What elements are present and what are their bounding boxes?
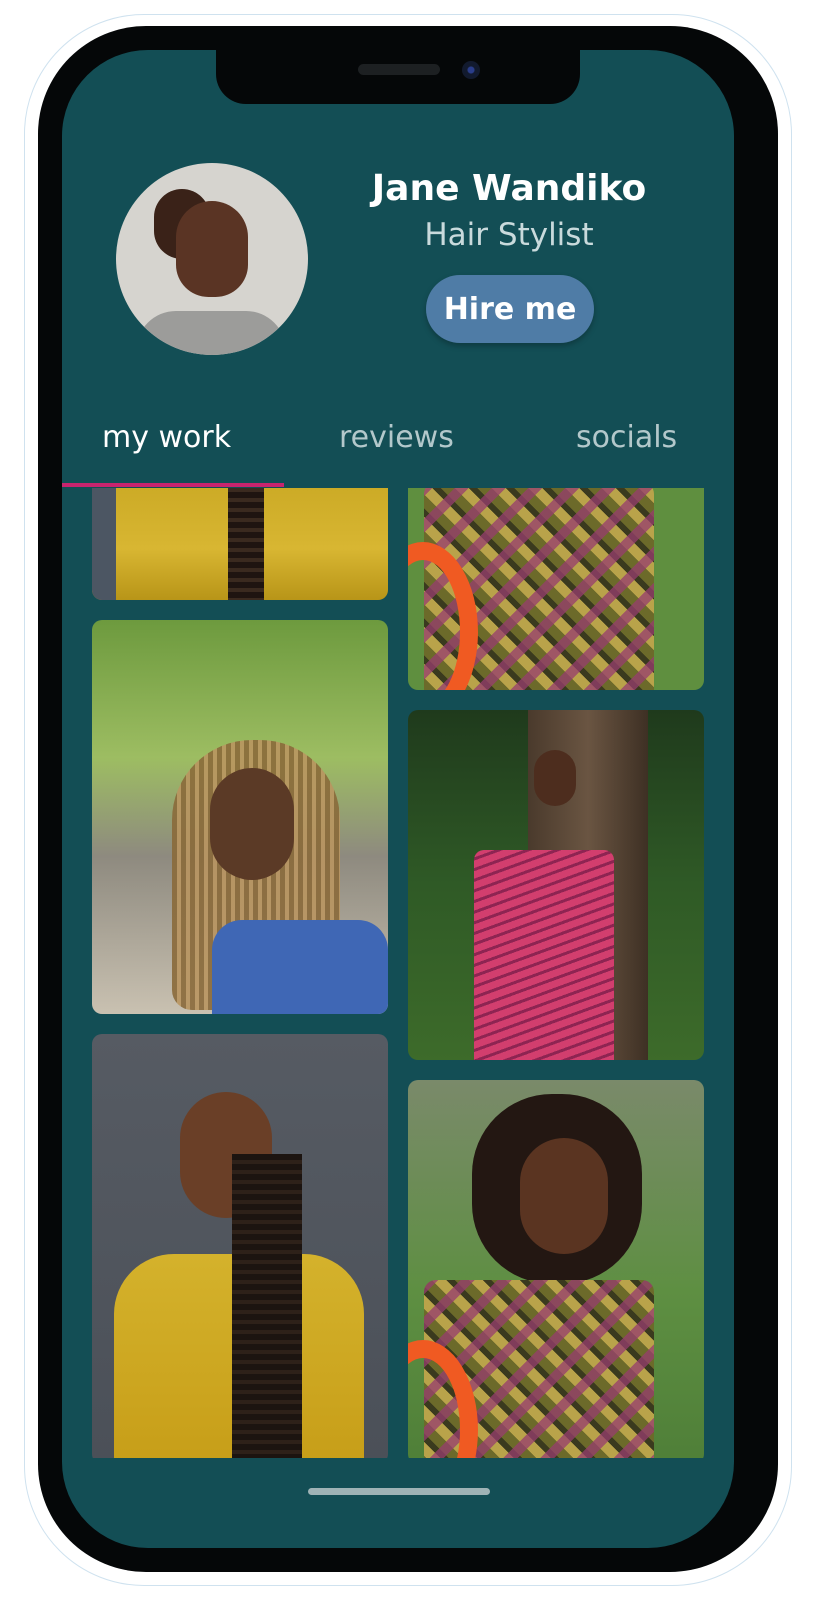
gallery-photo[interactable] bbox=[92, 488, 388, 600]
photo-braids bbox=[228, 488, 264, 600]
gallery-photo[interactable] bbox=[408, 1080, 704, 1458]
photo-face bbox=[520, 1138, 608, 1254]
profile-tabs: my work reviews socials bbox=[62, 406, 734, 488]
photo-background bbox=[92, 488, 116, 600]
photo-face bbox=[534, 750, 576, 806]
photo-dress bbox=[474, 850, 614, 1060]
home-indicator[interactable] bbox=[308, 1488, 490, 1495]
photo-braids bbox=[232, 1154, 302, 1458]
profile-avatar[interactable] bbox=[116, 163, 308, 355]
tab-my-work[interactable]: my work bbox=[102, 420, 231, 455]
profile-role: Hair Stylist bbox=[424, 217, 594, 253]
app-screen: Jane Wandiko Hair Stylist Hire me my wor… bbox=[62, 50, 734, 1548]
photo-face bbox=[210, 768, 294, 880]
gallery-photo[interactable] bbox=[92, 620, 388, 1014]
tab-socials[interactable]: socials bbox=[576, 420, 677, 455]
avatar-face bbox=[176, 201, 248, 297]
hire-me-button[interactable]: Hire me bbox=[426, 275, 594, 343]
work-gallery bbox=[62, 488, 734, 1458]
active-tab-indicator bbox=[62, 483, 284, 487]
profile-name: Jane Wandiko bbox=[371, 168, 647, 209]
front-camera-icon bbox=[462, 61, 480, 79]
avatar-shirt bbox=[136, 311, 286, 355]
tab-reviews[interactable]: reviews bbox=[339, 420, 454, 455]
gallery-photo[interactable] bbox=[92, 1034, 388, 1458]
device-notch bbox=[216, 50, 580, 104]
speaker-grille bbox=[358, 64, 440, 75]
gallery-photo[interactable] bbox=[408, 488, 704, 690]
gallery-photo[interactable] bbox=[408, 710, 704, 1060]
photo-top bbox=[212, 920, 388, 1014]
